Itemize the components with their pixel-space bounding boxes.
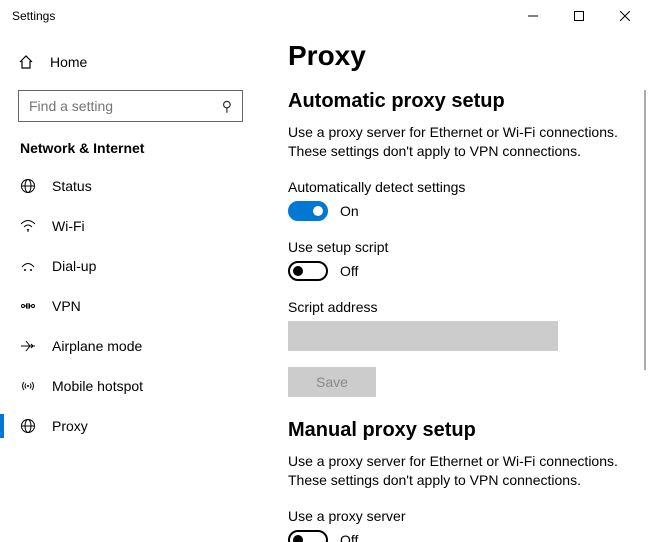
wifi-icon <box>20 218 38 234</box>
use-proxy-label: Use a proxy server <box>288 508 630 524</box>
dialup-icon <box>20 258 38 274</box>
sidebar-item-label: Status <box>52 178 92 194</box>
search-field[interactable] <box>29 98 222 114</box>
section-heading-auto: Automatic proxy setup <box>288 90 630 113</box>
sidebar-item-label: VPN <box>52 298 81 314</box>
use-script-toggle[interactable] <box>288 261 328 281</box>
manual-description: Use a proxy server for Ethernet or Wi-Fi… <box>288 452 630 490</box>
window-title: Settings <box>12 9 55 23</box>
script-address-input[interactable] <box>288 321 558 351</box>
sidebar-item-label: Proxy <box>52 418 88 434</box>
close-button[interactable] <box>602 0 648 32</box>
sidebar-item-vpn[interactable]: VPN <box>18 286 270 326</box>
sidebar-item-hotspot[interactable]: Mobile hotspot <box>18 366 270 406</box>
script-address-label: Script address <box>288 299 630 315</box>
maximize-button[interactable] <box>556 0 602 32</box>
section-header: Network & Internet <box>18 140 270 156</box>
sidebar-item-proxy[interactable]: Proxy <box>18 406 270 446</box>
auto-detect-label: Automatically detect settings <box>288 179 630 195</box>
home-icon <box>18 54 36 70</box>
window-controls <box>510 0 648 32</box>
minimize-button[interactable] <box>510 0 556 32</box>
sidebar-home-label: Home <box>50 54 87 70</box>
sidebar-item-label: Airplane mode <box>52 338 142 354</box>
sidebar-item-label: Dial-up <box>52 258 96 274</box>
proxy-icon <box>20 418 38 434</box>
scrollbar[interactable] <box>644 90 646 370</box>
auto-detect-toggle[interactable] <box>288 201 328 221</box>
use-proxy-toggle[interactable] <box>288 530 328 542</box>
globe-icon <box>20 178 38 194</box>
save-button[interactable]: Save <box>288 367 376 397</box>
sidebar-item-wifi[interactable]: Wi-Fi <box>18 206 270 246</box>
hotspot-icon <box>20 378 38 394</box>
sidebar: Home ⚲ Network & Internet Status Wi-Fi D… <box>0 32 270 542</box>
use-proxy-state: Off <box>340 532 358 542</box>
sidebar-item-dialup[interactable]: Dial-up <box>18 246 270 286</box>
sidebar-item-airplane[interactable]: Airplane mode <box>18 326 270 366</box>
use-script-state: Off <box>340 263 358 279</box>
content-panel: Proxy Automatic proxy setup Use a proxy … <box>270 32 648 542</box>
sidebar-home[interactable]: Home <box>18 42 270 82</box>
vpn-icon <box>20 298 38 314</box>
search-input[interactable]: ⚲ <box>18 90 243 122</box>
search-icon: ⚲ <box>222 98 232 115</box>
sidebar-item-label: Mobile hotspot <box>52 378 143 394</box>
section-heading-manual: Manual proxy setup <box>288 419 630 442</box>
auto-description: Use a proxy server for Ethernet or Wi-Fi… <box>288 123 630 161</box>
airplane-icon <box>20 338 38 354</box>
sidebar-item-status[interactable]: Status <box>18 166 270 206</box>
page-title: Proxy <box>288 40 630 72</box>
use-script-label: Use setup script <box>288 239 630 255</box>
auto-detect-state: On <box>340 203 359 219</box>
sidebar-item-label: Wi-Fi <box>52 218 85 234</box>
